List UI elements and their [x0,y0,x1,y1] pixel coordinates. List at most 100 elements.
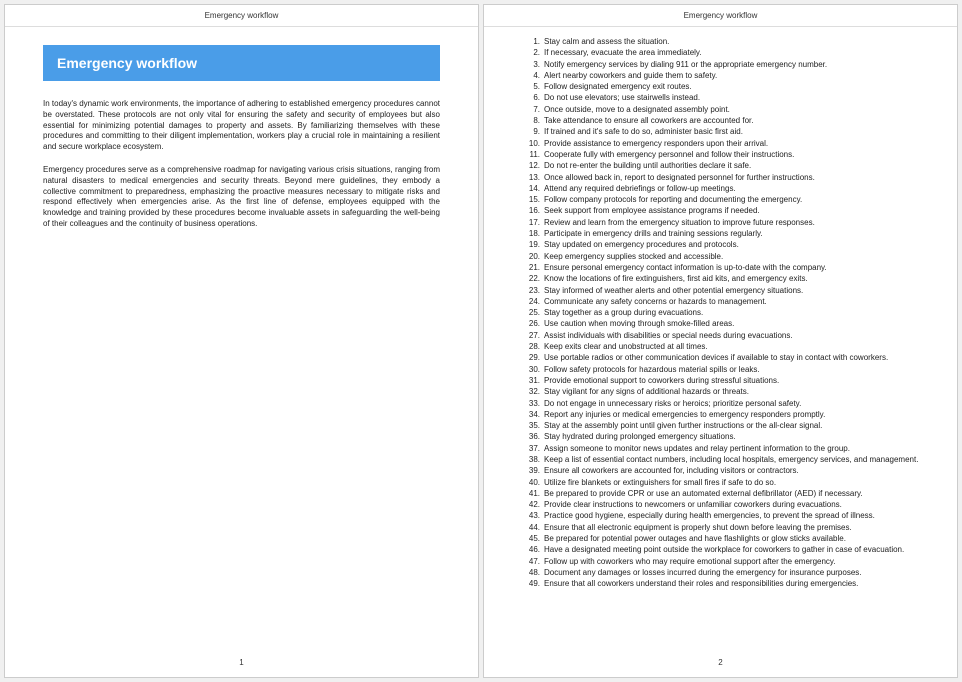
step-item: 39.Ensure all coworkers are accounted fo… [522,466,919,477]
step-item: 21. Ensure personal emergency contact inf… [522,263,919,274]
step-text: Once outside, move to a designated assem… [544,105,730,114]
step-number: 13. [522,173,540,184]
step-number: 6. [522,93,540,104]
step-text: Do not engage in unnecessary risks or he… [544,399,801,408]
step-item: 6. Do not use elevators; use stairwells i… [522,93,919,104]
step-item: 7. Once outside, move to a designated ass… [522,105,919,116]
step-text: Provide clear instructions to newcomers … [544,500,842,509]
step-number: 33. [522,399,540,410]
step-text: Provide assistance to emergency responde… [544,139,768,148]
step-number: 18. [522,229,540,240]
page-header: Emergency workflow [5,5,478,27]
step-number: 39. [522,466,540,477]
steps-list: 1. Stay calm and assess the situation. 2. I… [522,37,919,590]
step-number: 29. [522,353,540,364]
step-item: 13. Once allowed back in, report to desig… [522,173,919,184]
page-header: Emergency workflow [484,5,957,27]
step-number: 16. [522,206,540,217]
step-number: 2. [522,48,540,59]
step-text: Alert nearby coworkers and guide them to… [544,71,717,80]
step-number: 30. [522,365,540,376]
step-text: If necessary, evacuate the area immediat… [544,48,702,57]
step-item: 10.Provide assistance to emergency respo… [522,139,919,150]
step-text: Stay informed of weather alerts and othe… [544,286,803,295]
step-item: 24. Communicate any safety concerns or ha… [522,297,919,308]
step-text: Do not re-enter the building until autho… [544,161,751,170]
document-page-1: Emergency workflow Emergency workflow In… [4,4,479,678]
step-item: 8.Take attendance to ensure all coworker… [522,116,919,127]
step-number: 37. [522,444,540,455]
step-text: Cooperate fully with emergency personnel… [544,150,794,159]
step-number: 14. [522,184,540,195]
step-item: 45. Be prepared for potential power outag… [522,534,919,545]
step-item: 4.Alert nearby coworkers and guide them … [522,71,919,82]
step-number: 23. [522,286,540,297]
step-text: Report any injuries or medical emergenci… [544,410,825,419]
step-number: 24. [522,297,540,308]
header-title: Emergency workflow [205,11,279,20]
step-text: Assign someone to monitor news updates a… [544,444,850,453]
step-text: Participate in emergency drills and trai… [544,229,763,238]
step-text: Communicate any safety concerns or hazar… [544,297,767,306]
page-content: Emergency workflow In today's dynamic wo… [5,27,478,252]
header-title: Emergency workflow [684,11,758,20]
title-banner: Emergency workflow [43,45,440,81]
step-text: Stay at the assembly point until given f… [544,421,822,430]
step-item: 29.Use portable radios or other communic… [522,353,919,364]
step-item: 47.Follow up with coworkers who may requ… [522,557,919,568]
step-number: 1. [522,37,540,48]
step-text: Do not use elevators; use stairwells ins… [544,93,700,102]
step-item: 37. Assign someone to monitor news update… [522,444,919,455]
step-item: 42. Provide clear instructions to newcome… [522,500,919,511]
step-item: 28.Keep exits clear and unobstructed at … [522,342,919,353]
step-text: Ensure personal emergency contact inform… [544,263,827,272]
step-item: 34.Report any injuries or medical emerge… [522,410,919,421]
step-number: 9. [522,127,540,138]
step-text: Stay vigilant for any signs of additiona… [544,387,749,396]
step-item: 17.Review and learn from the emergency s… [522,218,919,229]
step-item: 19.Stay updated on emergency procedures … [522,240,919,251]
step-item: 26.Use caution when moving through smoke… [522,319,919,330]
step-item: 22.Know the locations of fire extinguish… [522,274,919,285]
step-number: 3. [522,60,540,71]
step-number: 41. [522,489,540,500]
document-page-2: Emergency workflow 1. Stay calm and asses… [483,4,958,678]
step-number: 42. [522,500,540,511]
step-text: Once allowed back in, report to designat… [544,173,815,182]
main-title: Emergency workflow [57,55,197,71]
step-item: 2. If necessary, evacuate the area immedi… [522,48,919,59]
step-text: Be prepared for potential power outages … [544,534,846,543]
step-item: 38.Keep a list of essential contact numb… [522,455,919,466]
step-number: 26. [522,319,540,330]
step-text: Ensure that all electronic equipment is … [544,523,852,532]
step-text: Stay calm and assess the situation. [544,37,669,46]
step-text: Document any damages or losses incurred … [544,568,862,577]
step-item: 5.Follow designated emergency exit route… [522,82,919,93]
step-item: 27.Assist individuals with disabilities … [522,331,919,342]
step-text: Keep exits clear and unobstructed at all… [544,342,708,351]
step-number: 17. [522,218,540,229]
step-number: 12. [522,161,540,172]
page-number: 2 [484,658,957,667]
step-item: 35.Stay at the assembly point until give… [522,421,919,432]
step-item: 44.Ensure that all electronic equipment … [522,523,919,534]
step-item: 43.Practice good hygiene, especially dur… [522,511,919,522]
step-number: 19. [522,240,540,251]
step-text: Notify emergency services by dialing 911… [544,60,827,69]
page-number: 1 [5,658,478,667]
step-text: Follow company protocols for reporting a… [544,195,802,204]
step-text: Practice good hygiene, especially during… [544,511,875,520]
step-number: 8. [522,116,540,127]
step-number: 45. [522,534,540,545]
step-text: Know the locations of fire extinguishers… [544,274,808,283]
step-item: 48.Document any damages or losses incurr… [522,568,919,579]
step-item: 18. Participate in emergency drills and t… [522,229,919,240]
step-number: 21. [522,263,540,274]
step-number: 25. [522,308,540,319]
step-text: If trained and it's safe to do so, admin… [544,127,743,136]
step-number: 7. [522,105,540,116]
step-text: Follow safety protocols for hazardous ma… [544,365,760,374]
step-text: Be prepared to provide CPR or use an aut… [544,489,863,498]
step-text: Ensure that all coworkers understand the… [544,579,858,588]
intro-paragraph-1: In today's dynamic work environments, th… [43,99,440,153]
